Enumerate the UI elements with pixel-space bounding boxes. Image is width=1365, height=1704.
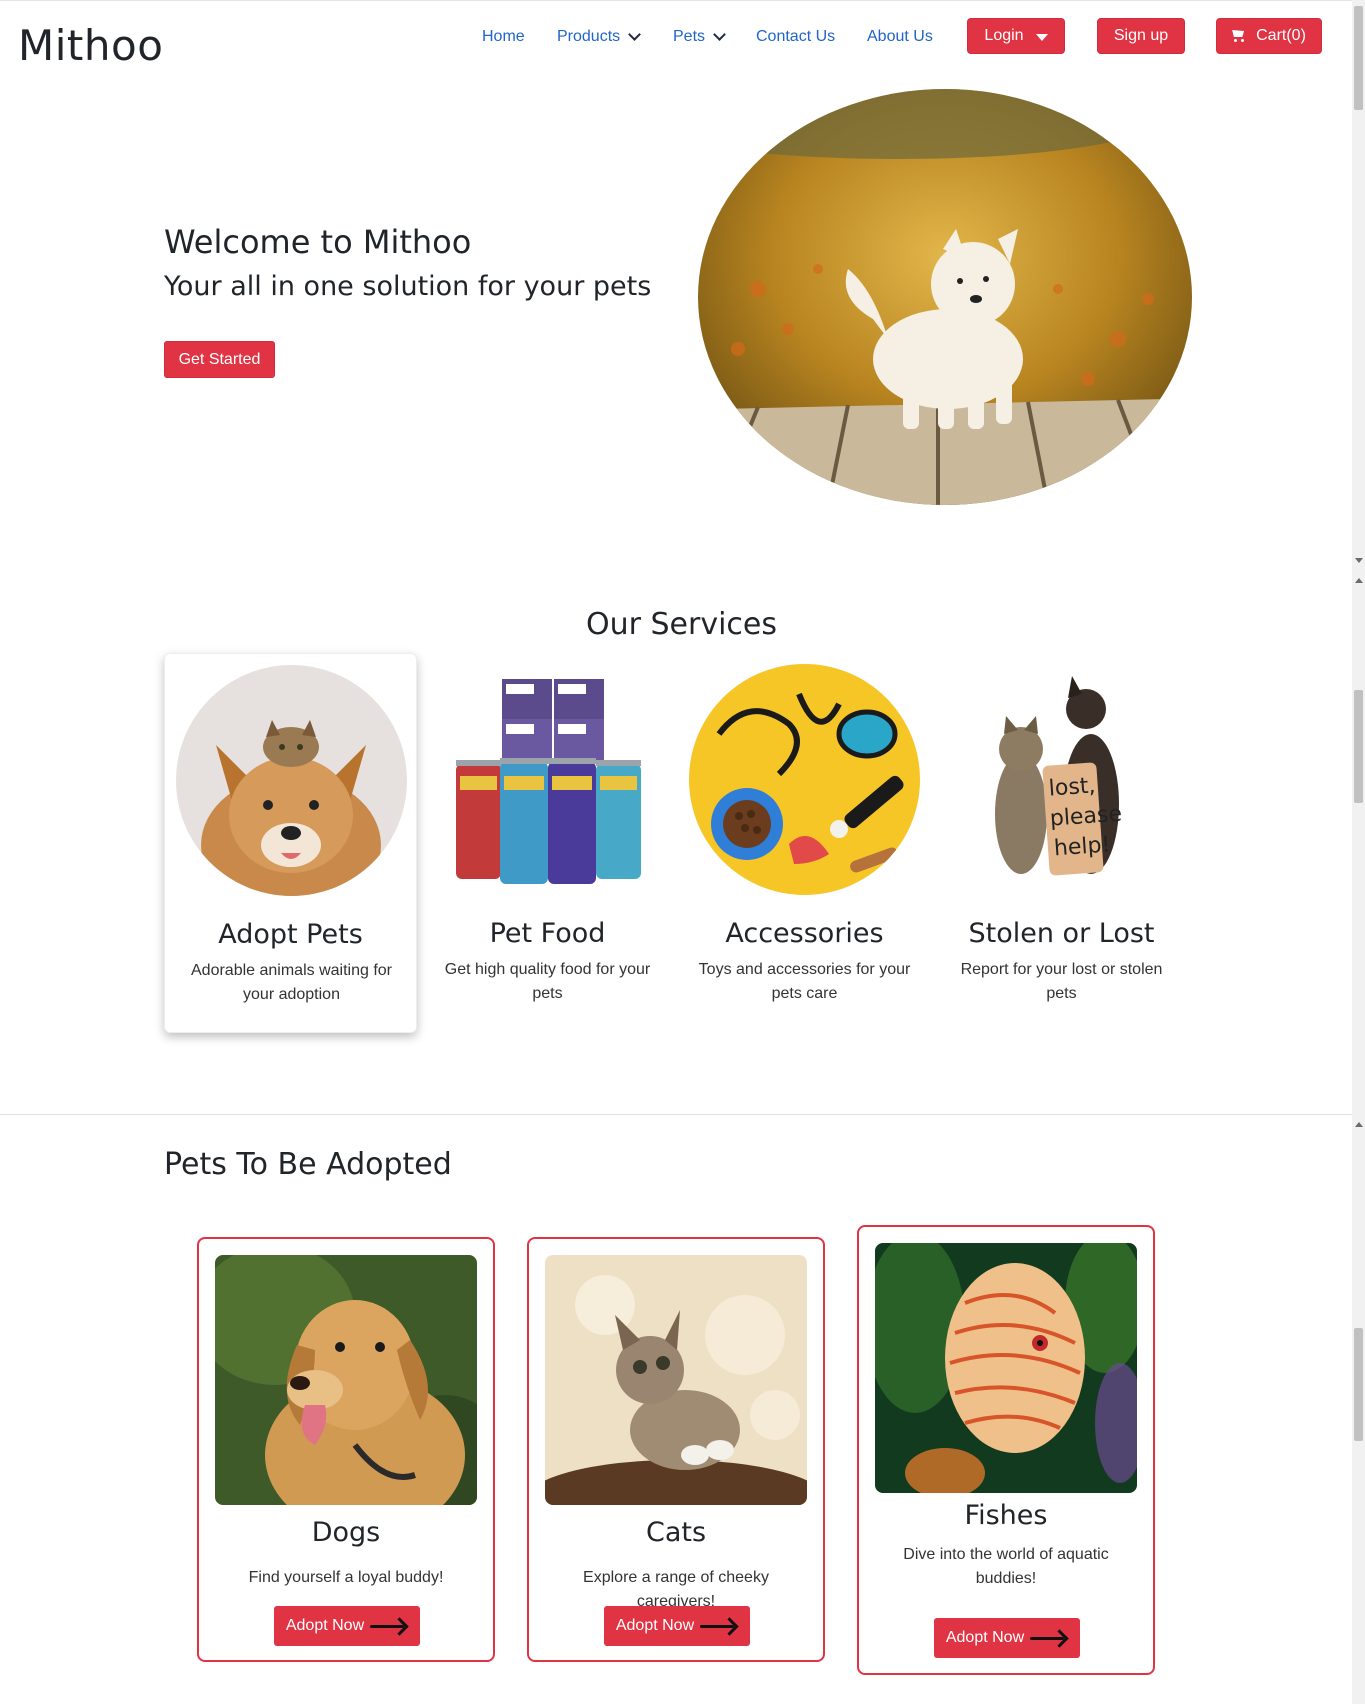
service-description: Get high quality food for your pets — [444, 961, 651, 1002]
chevron-down-icon — [628, 28, 642, 41]
dog-and-cat-photo — [176, 665, 407, 896]
cart-icon — [1232, 30, 1246, 42]
pet-accessories-photo — [689, 664, 920, 895]
pet-description: Dive into the world of aquatic buddies! — [903, 1546, 1109, 1587]
nav-about[interactable]: About Us — [867, 28, 933, 46]
golden-retriever-photo — [215, 1255, 477, 1505]
nav-home-label: Home — [482, 28, 525, 45]
nav-about-label: About Us — [867, 28, 933, 45]
nav-pets[interactable]: Pets — [673, 28, 726, 46]
service-card-food[interactable]: Pet Food Get high quality food for your … — [421, 653, 674, 1033]
nav-products[interactable]: Products — [557, 28, 642, 46]
hero-subtitle: Your all in one solution for your pets — [164, 271, 652, 302]
pet-cats-image — [545, 1255, 807, 1505]
service-title: Accessories — [725, 918, 884, 949]
service-adopt-image — [176, 665, 407, 896]
service-card-accessories[interactable]: Accessories Toys and accessories for you… — [678, 653, 931, 1033]
pet-dogs-image — [215, 1255, 477, 1505]
pet-card-fishes: Fishes Dive into the world of aquatic bu… — [857, 1225, 1155, 1675]
white-dog-photo — [698, 89, 1192, 505]
service-title: Stolen or Lost — [968, 918, 1155, 949]
pet-description: Find yourself a loyal buddy! — [248, 1569, 444, 1586]
nav-home[interactable]: Home — [482, 28, 525, 46]
hero-title: Welcome to Mithoo — [164, 223, 472, 261]
service-description: Adorable animals waiting for your adopti… — [191, 962, 392, 1003]
lost-pets-photo: lost, please help! — [946, 664, 1177, 895]
signup-label: Sign up — [1113, 27, 1169, 44]
pet-card-cats: Cats Explore a range of cheeky caregiver… — [527, 1237, 825, 1662]
arrow-right-icon — [700, 1619, 738, 1633]
cart-label: Cart(0) — [1256, 27, 1306, 44]
lost-sign-text: please — [1049, 802, 1123, 832]
lost-sign-text: lost, — [1048, 773, 1096, 801]
nav-contact[interactable]: Contact Us — [756, 28, 835, 46]
scrollbar[interactable] — [1352, 0, 1365, 1704]
adopt-now-button[interactable]: Adopt Now — [274, 1606, 420, 1646]
adopt-section-title: Pets To Be Adopted — [164, 1147, 452, 1182]
kitten-photo — [545, 1255, 807, 1505]
section-divider — [0, 1114, 1352, 1115]
get-started-label: Get Started — [178, 350, 261, 368]
pet-title: Fishes — [964, 1500, 1048, 1531]
service-food-image — [432, 664, 663, 895]
nav-products-label: Products — [557, 28, 621, 45]
pet-card-dogs: Dogs Find yourself a loyal buddy! Adopt … — [197, 1237, 495, 1662]
chevron-down-icon — [713, 28, 726, 41]
discus-fish-photo — [875, 1243, 1137, 1493]
service-accessories-image — [689, 664, 920, 895]
scrollbar-thumb[interactable] — [1354, 6, 1363, 110]
pet-fishes-image — [875, 1243, 1137, 1493]
pet-title: Cats — [645, 1517, 707, 1548]
adopt-now-button[interactable]: Adopt Now — [934, 1618, 1080, 1658]
nav-pets-label: Pets — [673, 28, 706, 45]
service-title: Pet Food — [489, 918, 606, 949]
adopt-now-label: Adopt Now — [615, 1617, 695, 1634]
caret-down-icon — [1035, 33, 1048, 41]
get-started-button[interactable]: Get Started — [164, 341, 275, 378]
service-lost-image: lost, please help! — [946, 664, 1177, 895]
scroll-up-arrow-icon[interactable] — [1355, 1122, 1363, 1127]
scroll-up-arrow-icon[interactable] — [1355, 578, 1363, 583]
navbar: Mithoo Home Products Pets Contact Us Abo… — [0, 0, 1352, 84]
signup-button[interactable]: Sign up — [1097, 18, 1185, 54]
login-button[interactable]: Login — [967, 18, 1065, 54]
service-description: Report for your lost or stolen pets — [960, 961, 1163, 1002]
adopt-now-label: Adopt Now — [945, 1629, 1025, 1646]
pet-title: Dogs — [311, 1517, 381, 1548]
service-card-lost[interactable]: lost, please help! Stolen or Lost Report… — [935, 653, 1188, 1033]
service-description: Toys and accessories for your pets care — [698, 961, 911, 1002]
login-label: Login — [984, 27, 1024, 44]
arrow-right-icon — [1030, 1631, 1068, 1645]
lost-sign-text: help! — [1053, 832, 1111, 861]
nav-contact-label: Contact Us — [756, 28, 836, 45]
scroll-down-arrow-icon[interactable] — [1355, 558, 1363, 563]
service-title: Adopt Pets — [218, 919, 363, 950]
brand-logo[interactable]: Mithoo — [18, 21, 163, 70]
arrow-right-icon — [370, 1619, 408, 1633]
scrollbar-thumb[interactable] — [1354, 1328, 1363, 1441]
hero-dog-image — [698, 89, 1192, 505]
scrollbar-thumb[interactable] — [1354, 690, 1363, 803]
adopt-now-button[interactable]: Adopt Now — [604, 1606, 750, 1646]
services-title: Our Services — [586, 607, 778, 642]
cart-button[interactable]: Cart(0) — [1216, 18, 1322, 54]
service-card-adopt[interactable]: Adopt Pets Adorable animals waiting for … — [164, 653, 417, 1033]
adopt-now-label: Adopt Now — [285, 1617, 365, 1634]
pet-food-cans-photo — [432, 664, 663, 895]
